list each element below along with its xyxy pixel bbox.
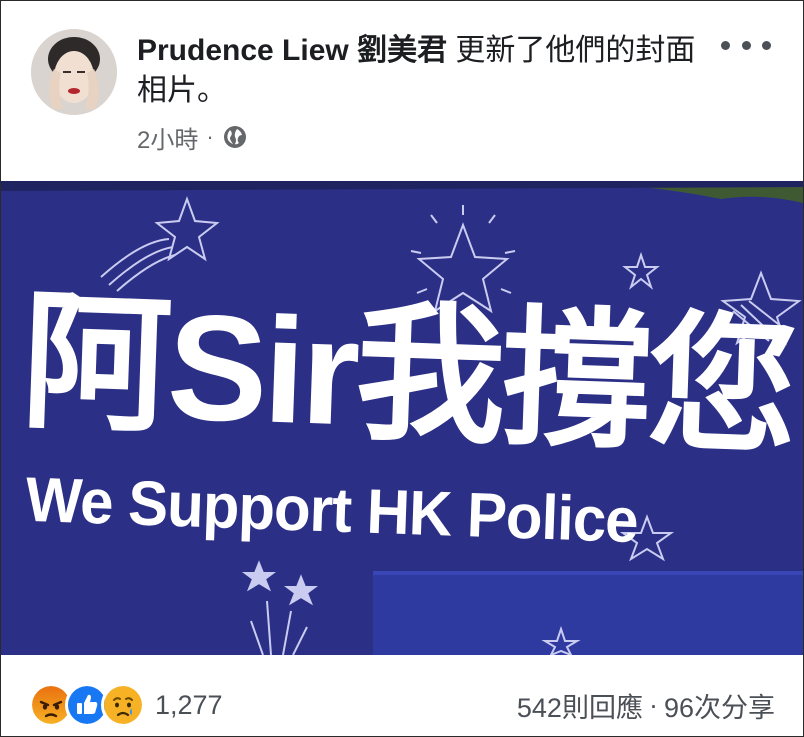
- more-dot-icon: [762, 40, 771, 50]
- post-card: Prudence Liew 劉美君 更新了他們的封面相片。 2小時 · 阿Sir…: [0, 0, 804, 737]
- reaction-count[interactable]: 1,277: [155, 690, 223, 721]
- banner-chinese-text: 阿Sir我撐您: [18, 276, 797, 472]
- reactions-summary[interactable]: 1,277: [29, 683, 223, 727]
- post-header: Prudence Liew 劉美君 更新了他們的封面相片。 2小時 ·: [1, 1, 803, 181]
- author-name[interactable]: Prudence Liew 劉美君: [137, 34, 447, 67]
- sad-reaction-icon: [101, 683, 145, 727]
- engagement-summary: 542則回應 · 96次分享: [517, 687, 775, 723]
- globe-icon[interactable]: [222, 124, 248, 150]
- meta-separator: ·: [206, 124, 214, 149]
- share-count[interactable]: 96次分享: [664, 686, 775, 725]
- post-footer: 1,277 542則回應 · 96次分享: [1, 655, 803, 736]
- post-title: Prudence Liew 劉美君 更新了他們的封面相片。: [137, 31, 697, 111]
- avatar[interactable]: [31, 29, 117, 115]
- more-options-button[interactable]: [721, 33, 771, 57]
- more-dot-icon: [721, 40, 730, 50]
- engagement-separator: ·: [648, 689, 658, 720]
- avatar-image: [31, 29, 117, 115]
- comment-count[interactable]: 542則回應: [517, 686, 643, 725]
- post-meta: 2小時 ·: [137, 120, 248, 155]
- cover-photo[interactable]: 阿Sir我撐您 We Support HK Police: [1, 181, 803, 655]
- post-timestamp[interactable]: 2小時: [137, 120, 198, 155]
- more-dot-icon: [741, 40, 751, 50]
